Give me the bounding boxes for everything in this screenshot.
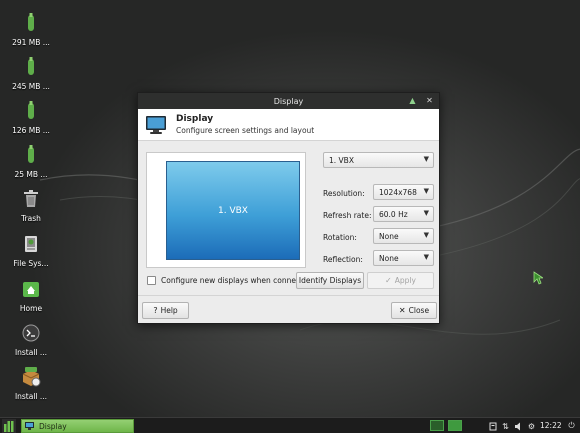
refresh-rate-label: Refresh rate:: [323, 211, 372, 220]
desktop-icon-drive-2[interactable]: 245 MB ...: [2, 54, 60, 91]
resolution-value: 1024x768: [379, 187, 417, 197]
window-title: Display: [273, 96, 304, 106]
desktop-icon-label: File Sys...: [13, 259, 49, 268]
terminal-icon: [22, 324, 40, 342]
mouse-pointer-icon: [533, 271, 543, 285]
rotation-select[interactable]: None ▼: [373, 228, 434, 244]
display-layout-preview: 1. VBX: [146, 152, 306, 268]
identify-displays-button[interactable]: Identify Displays: [296, 272, 364, 289]
usb-drive-icon: [28, 57, 34, 75]
reflection-value: None: [379, 253, 399, 263]
taskbar: Display ⇅ ⚙ 12:22 ⏻: [0, 417, 580, 433]
close-button[interactable]: ✕ Close: [391, 302, 437, 319]
dialog-heading: Display: [176, 114, 214, 124]
desktop-icon-install-package[interactable]: Install ...: [2, 364, 60, 401]
checkmark-icon: ✓: [385, 276, 392, 285]
network-icon[interactable]: ⇅: [500, 419, 511, 433]
usb-drive-icon: [28, 13, 34, 31]
configure-new-displays-label: Configure new displays when connected: [161, 276, 313, 285]
resolution-label: Resolution:: [323, 189, 365, 198]
file-system-icon: [25, 236, 37, 252]
apply-label: Apply: [394, 276, 416, 285]
close-icon: ✕: [398, 306, 406, 315]
refresh-rate-select[interactable]: 60.0 Hz ▼: [373, 206, 434, 222]
workspace-2[interactable]: [448, 420, 462, 431]
refresh-rate-value: 60.0 Hz: [379, 209, 408, 219]
usb-drive-icon: [28, 101, 34, 119]
output-select-value: 1. VBX: [329, 155, 354, 165]
installer-package-icon: [22, 367, 41, 387]
resolution-select[interactable]: 1024x768 ▼: [373, 184, 434, 200]
desktop-icon-home[interactable]: Home: [2, 276, 60, 313]
desktop-icon-label: 291 MB ...: [12, 38, 50, 47]
desktop-icon-label: Install ...: [14, 392, 48, 401]
display-dialog: Display ▲ ✕ Display Configure screen set…: [137, 92, 440, 324]
reflection-label: Reflection:: [323, 255, 363, 264]
dialog-separator: [138, 295, 439, 296]
close-icon: ✕: [426, 96, 433, 105]
mint-menu-icon: [3, 420, 13, 432]
display-monitor-icon: [25, 422, 34, 430]
chevron-up-icon: ▲: [409, 96, 416, 105]
maximize-button[interactable]: ▲: [407, 95, 418, 106]
dialog-subheading: Configure screen settings and layout: [176, 126, 315, 135]
desktop-icon-drive-3[interactable]: 126 MB ...: [2, 98, 60, 135]
desktop-icon-install-terminal[interactable]: Install ...: [2, 320, 60, 357]
trash-icon: [24, 190, 38, 207]
desktop-icon-label: Home: [19, 304, 43, 313]
monitor-preview-vbx[interactable]: 1. VBX: [166, 161, 300, 260]
chevron-down-icon: ▼: [423, 155, 429, 163]
help-label: Help: [160, 306, 178, 315]
desktop-icon-file-system[interactable]: File Sys...: [2, 231, 60, 268]
monitor-preview-label: 1. VBX: [218, 205, 248, 216]
desktop-icon-drive-1[interactable]: 291 MB ...: [2, 10, 60, 47]
output-select[interactable]: 1. VBX ▼: [323, 152, 434, 168]
desktop-icon-label: 25 MB ...: [14, 170, 48, 179]
configure-new-displays-checkbox[interactable]: [147, 276, 156, 285]
apply-button[interactable]: ✓ Apply: [367, 272, 434, 289]
clock[interactable]: 12:22: [540, 419, 562, 433]
desktop-icon-label: 126 MB ...: [12, 126, 50, 135]
usb-drive-icon: [28, 145, 34, 163]
desktop-icon-drive-4[interactable]: 25 MB ...: [2, 142, 60, 179]
power-icon[interactable]: ⏻: [566, 419, 577, 433]
desktop: 291 MB ... 245 MB ... 126 MB ... 25 MB .…: [0, 0, 580, 417]
chevron-down-icon: ▼: [423, 187, 429, 195]
chevron-down-icon: ▼: [423, 253, 429, 261]
volume-icon[interactable]: [513, 419, 524, 433]
rotation-label: Rotation:: [323, 233, 357, 242]
close-window-button[interactable]: ✕: [424, 95, 435, 106]
help-icon: ?: [153, 306, 158, 315]
reflection-select[interactable]: None ▼: [373, 250, 434, 266]
chevron-down-icon: ▼: [423, 231, 429, 239]
help-button[interactable]: ? Help: [142, 302, 189, 319]
configure-new-displays-option[interactable]: Configure new displays when connected: [147, 276, 312, 285]
desktop-icon-label: 245 MB ...: [12, 82, 50, 91]
dialog-titlebar[interactable]: Display ▲ ✕: [138, 93, 439, 109]
notifications-icon[interactable]: [488, 419, 498, 433]
close-label: Close: [408, 306, 430, 315]
taskbar-item-label: Display: [39, 421, 67, 431]
dialog-header: Display Configure screen settings and la…: [138, 109, 439, 141]
desktop-icon-label: Trash: [21, 214, 41, 223]
chevron-down-icon: ▼: [423, 209, 429, 217]
taskbar-item-display[interactable]: Display: [21, 419, 134, 433]
rotation-value: None: [379, 231, 399, 241]
settings-gear-icon[interactable]: ⚙: [526, 419, 537, 433]
start-menu-button[interactable]: [2, 419, 16, 433]
home-folder-icon: [23, 282, 39, 297]
workspace-1[interactable]: [430, 420, 444, 431]
desktop-icon-label: Install ...: [14, 348, 48, 357]
desktop-icon-trash[interactable]: Trash: [2, 186, 60, 223]
display-monitor-icon: [146, 115, 166, 134]
identify-displays-label: Identify Displays: [298, 276, 362, 285]
